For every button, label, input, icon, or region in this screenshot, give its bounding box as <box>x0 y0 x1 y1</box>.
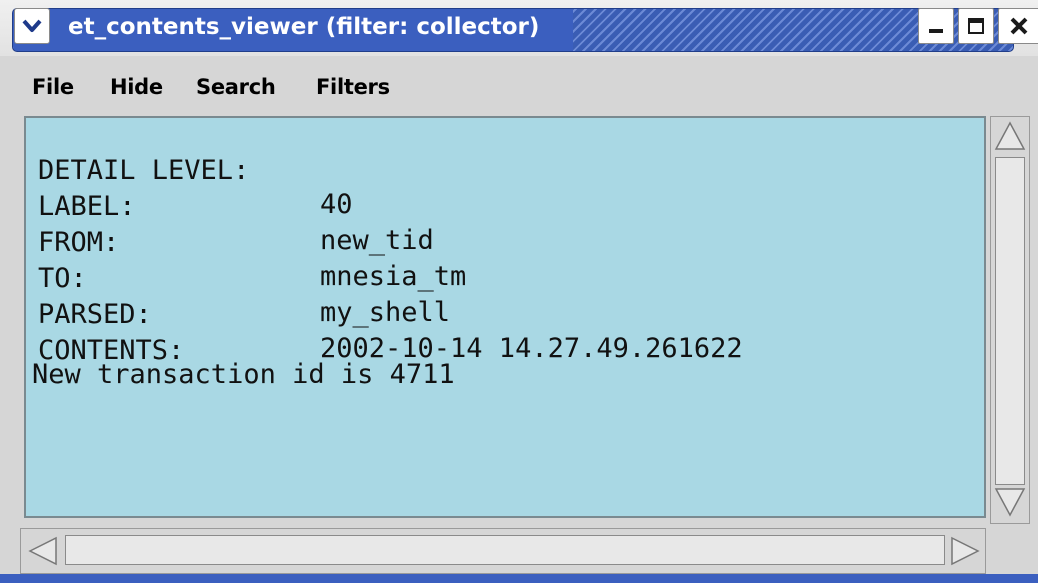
title-bar: et_contents_viewer (filter: collector) <box>0 0 1038 56</box>
field-value: 40 <box>320 189 353 220</box>
app-window: et_contents_viewer (filter: collector) F… <box>0 0 1038 583</box>
contents-text-area[interactable]: DETAIL LEVEL: 40 LABEL: new_tid FROM: mn… <box>24 116 986 518</box>
maximize-button[interactable] <box>958 8 994 44</box>
scroll-right-button[interactable] <box>947 533 983 569</box>
field-value: my_shell <box>320 297 451 328</box>
scroll-right-arrow-icon <box>951 536 980 566</box>
minimize-button[interactable] <box>918 8 954 44</box>
chevron-down-icon <box>22 19 42 32</box>
close-icon <box>1010 17 1028 35</box>
body-text: New transaction id is 4711 <box>32 359 455 390</box>
scroll-up-button[interactable] <box>993 119 1027 153</box>
menu-search[interactable]: Search <box>196 72 276 102</box>
window-title: et_contents_viewer (filter: collector) <box>68 14 540 40</box>
scroll-down-arrow-icon <box>994 488 1026 517</box>
field-value: new_tid <box>320 225 434 256</box>
horizontal-scrollbar[interactable] <box>20 528 986 574</box>
vertical-scrollbar[interactable] <box>990 116 1030 524</box>
menu-hide[interactable]: Hide <box>110 72 163 102</box>
horizontal-scroll-thumb[interactable] <box>65 535 945 565</box>
vertical-scroll-thumb[interactable] <box>995 157 1025 485</box>
scroll-down-button[interactable] <box>993 485 1027 519</box>
maximize-icon <box>968 18 984 34</box>
minimize-icon <box>929 29 943 33</box>
field-value: mnesia_tm <box>320 261 467 292</box>
menu-file[interactable]: File <box>32 72 74 102</box>
window-menu-button[interactable] <box>14 8 50 44</box>
window-bottom-border <box>0 574 1038 583</box>
close-button[interactable] <box>998 8 1038 44</box>
menu-bar: File Hide Search Filters <box>8 58 1038 114</box>
menu-filters[interactable]: Filters <box>316 72 390 102</box>
scroll-left-button[interactable] <box>25 533 61 569</box>
scroll-left-arrow-icon <box>28 536 57 566</box>
scroll-up-arrow-icon <box>994 121 1026 150</box>
